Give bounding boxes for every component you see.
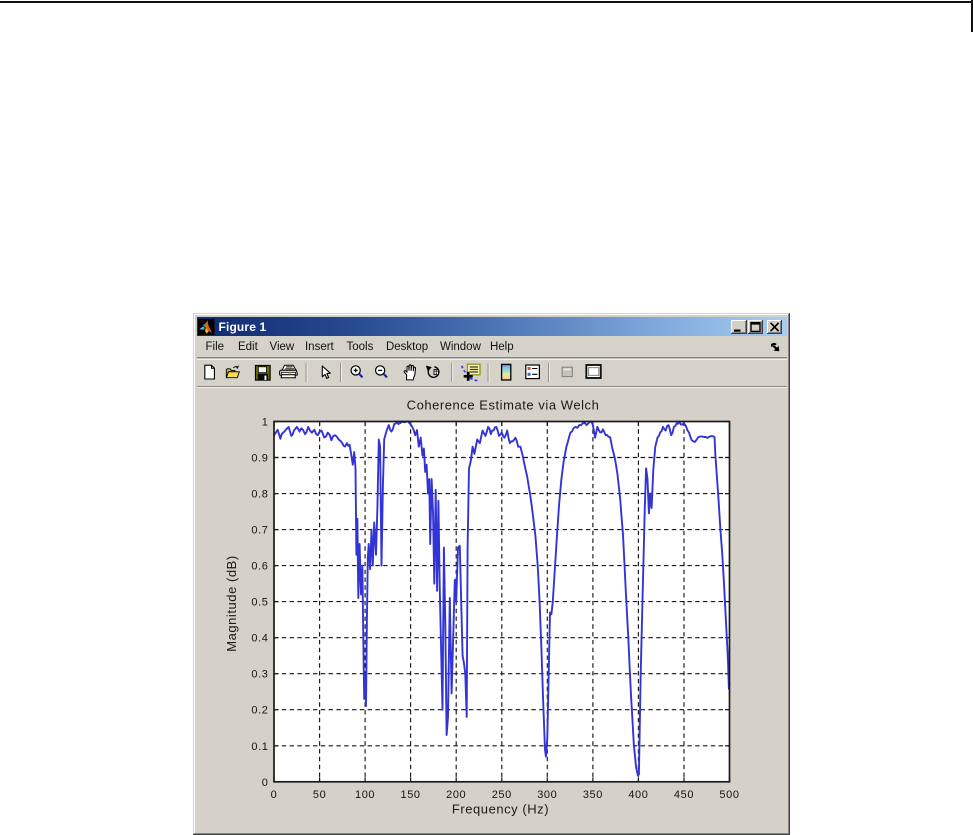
svg-text:500: 500 [719,789,739,801]
svg-text:450: 450 [674,789,694,801]
svg-text:0.5: 0.5 [251,597,268,609]
svg-text:250: 250 [492,789,512,801]
svg-text:0.7: 0.7 [251,525,268,537]
svg-text:0.4: 0.4 [251,633,268,645]
svg-text:0: 0 [271,789,278,801]
svg-text:400: 400 [628,789,648,801]
svg-text:350: 350 [583,789,603,801]
svg-text:150: 150 [401,789,421,801]
svg-text:1: 1 [262,417,269,429]
svg-text:Frequency (Hz): Frequency (Hz) [452,802,549,817]
svg-text:0.2: 0.2 [251,705,268,717]
svg-text:200: 200 [446,789,466,801]
svg-text:Magnitude (dB): Magnitude (dB) [224,556,239,652]
svg-text:0.6: 0.6 [251,561,268,573]
svg-text:50: 50 [313,789,326,801]
svg-text:0: 0 [262,777,269,789]
svg-text:0.3: 0.3 [251,669,268,681]
svg-text:0.9: 0.9 [251,453,268,465]
svg-text:0.1: 0.1 [251,741,268,753]
svg-text:Coherence Estimate via Welch: Coherence Estimate via Welch [407,398,600,413]
svg-text:300: 300 [537,789,557,801]
svg-text:100: 100 [355,789,375,801]
svg-text:0.8: 0.8 [251,489,268,501]
